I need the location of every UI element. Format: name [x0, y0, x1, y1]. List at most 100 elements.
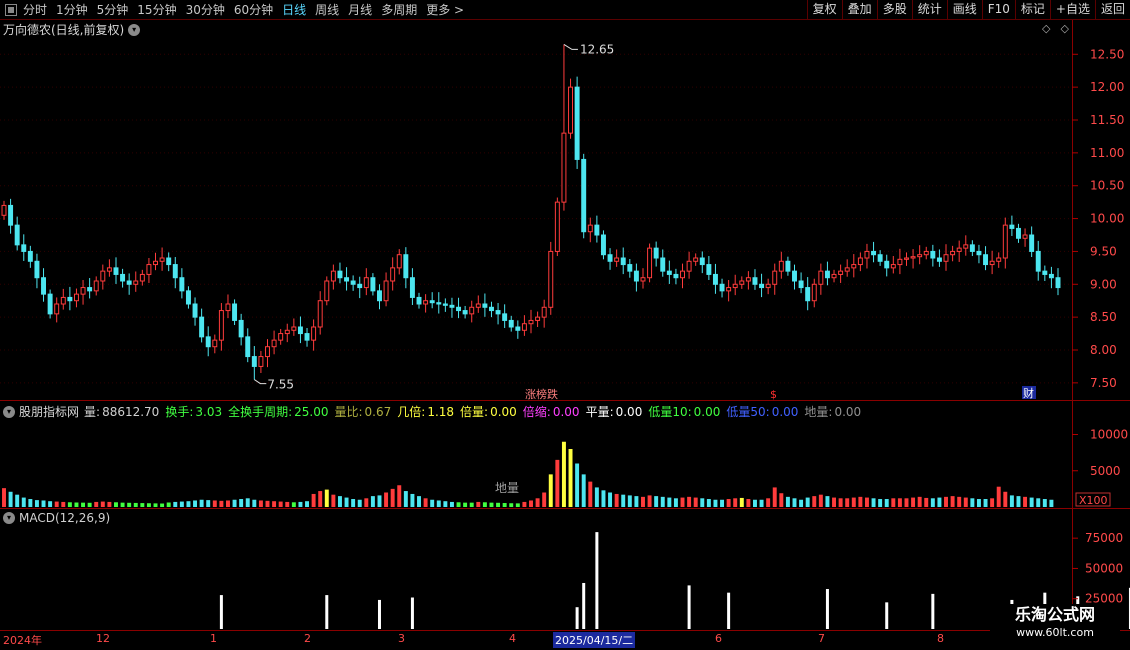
volume-bar	[285, 501, 290, 507]
candle-body	[943, 254, 949, 262]
date-label: 2	[304, 632, 311, 645]
volume-bar	[568, 449, 573, 507]
metric-label: 低量10:	[648, 405, 692, 419]
volume-bar	[812, 496, 817, 507]
candle-body	[686, 260, 692, 272]
volume-bar	[673, 498, 678, 507]
candle-body	[337, 270, 343, 279]
volume-bar	[779, 493, 784, 507]
volume-bar	[937, 497, 942, 507]
candle-body	[179, 277, 185, 292]
volume-bar	[357, 499, 362, 507]
candle-body	[673, 273, 679, 279]
volume-bar	[542, 492, 547, 507]
low-marker-label: 7.55	[267, 378, 294, 392]
volume-bar	[397, 485, 402, 507]
metric-value: 0.00	[490, 405, 517, 419]
candle-body	[106, 267, 112, 272]
chevron-down-icon[interactable]: ▾	[3, 405, 15, 418]
volume-bar	[252, 499, 257, 507]
candle-body	[871, 250, 877, 256]
volume-indicator-header: ▾ 股朋指标网 量: 88612.70 换手: 3.03 全换手周期: 25.00 量比: 0…	[3, 403, 867, 420]
candle-body	[113, 267, 119, 275]
candle-body	[996, 257, 1002, 262]
volume-bar	[463, 502, 468, 507]
volume-bar	[146, 503, 151, 507]
candle-body	[80, 287, 86, 295]
candle-body	[745, 277, 751, 282]
candle-body	[614, 257, 620, 262]
volume-axis-label: 10000	[1090, 428, 1128, 442]
volume-bar	[199, 499, 204, 507]
candle-body	[34, 260, 40, 279]
volume-bar	[140, 503, 145, 507]
event-tag[interactable]: 财	[1023, 386, 1034, 400]
volume-bar	[976, 499, 981, 507]
candle-body	[568, 86, 574, 134]
volume-bar	[173, 501, 178, 507]
candle-body	[87, 287, 93, 292]
candle-body	[765, 283, 771, 289]
volume-bar	[785, 496, 790, 507]
candle-body	[126, 280, 132, 285]
volume-bar	[331, 494, 336, 507]
macd-bar	[582, 582, 586, 629]
volume-bar	[713, 499, 718, 507]
candle-body	[1002, 224, 1008, 259]
candle-body	[633, 270, 639, 282]
candle-body	[238, 319, 244, 338]
candle-body	[403, 254, 409, 279]
volume-bar	[219, 500, 224, 507]
volume-bar	[41, 500, 46, 507]
event-tag[interactable]: $	[770, 388, 777, 401]
chevron-down-icon[interactable]: ▾	[3, 512, 15, 524]
volume-bar	[838, 498, 843, 507]
volume-bar	[720, 499, 725, 507]
volume-bar	[660, 496, 665, 507]
candle-body	[528, 319, 534, 325]
volume-bar	[535, 498, 540, 507]
volume-bar	[212, 500, 217, 507]
candle-body	[600, 234, 606, 256]
candle-body	[818, 270, 824, 285]
candle-body	[508, 319, 514, 328]
volume-bar	[370, 496, 375, 507]
metric-value: 3.03	[195, 405, 223, 419]
candle-body	[732, 283, 738, 289]
volume-bar	[561, 441, 566, 507]
volume-bar	[706, 499, 711, 507]
volume-bar	[417, 496, 421, 507]
volume-bar	[48, 501, 53, 507]
volume-bar	[1036, 498, 1041, 507]
metric-label: 低量50:	[726, 405, 770, 419]
candle-body	[699, 257, 705, 266]
volume-bar	[1042, 499, 1047, 507]
candle-body	[693, 257, 699, 262]
macd-bar	[825, 589, 829, 629]
candle-body	[712, 273, 718, 285]
volume-bar	[489, 502, 494, 507]
candle-body	[265, 346, 270, 358]
date-label: 1	[210, 632, 217, 645]
volume-bar	[621, 494, 626, 507]
volume-bar	[799, 499, 804, 507]
macd-bar	[931, 593, 935, 629]
candle-body	[357, 283, 363, 289]
volume-bar	[87, 502, 92, 507]
date-label: 3	[398, 632, 405, 645]
candle-body	[838, 270, 844, 275]
candle-body	[271, 339, 277, 348]
volume-bar	[693, 497, 698, 507]
candle-body	[739, 280, 745, 285]
volume-bar	[15, 494, 20, 507]
volume-bar	[548, 474, 553, 507]
watermark-logo: 乐淘公式网 www.60lt.com	[990, 604, 1120, 644]
volume-bar	[403, 491, 408, 507]
metric-label: 倍缩:	[522, 405, 551, 419]
metric-label: 平量:	[585, 405, 614, 419]
event-tag[interactable]: 涨榜跌	[525, 387, 558, 401]
volume-bar	[107, 501, 112, 507]
volume-bar	[654, 496, 659, 507]
metric-label: 换手:	[165, 405, 194, 419]
volume-bar	[206, 500, 211, 507]
